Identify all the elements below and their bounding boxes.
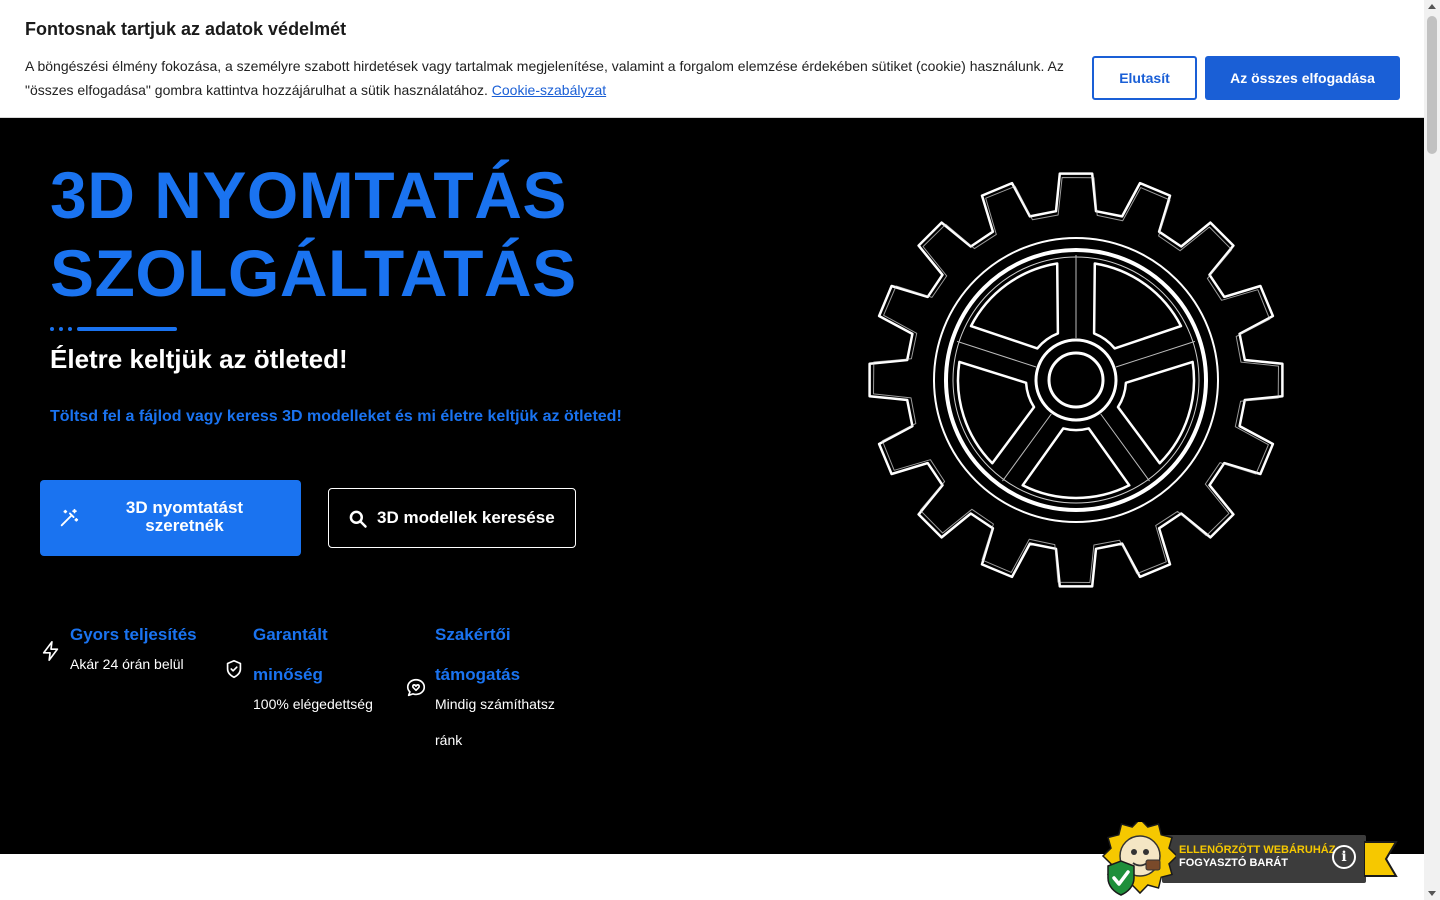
divider-dot (59, 327, 63, 331)
hero-description: Töltsd fel a fájlod vagy keress 3D model… (50, 408, 622, 425)
order-3d-print-label: 3D nyomtatást szeretnék (102, 499, 267, 535)
gear-cutout (969, 262, 1060, 350)
feature-description-line1: Mindig számíthatsz (435, 696, 555, 712)
lightning-icon (42, 641, 59, 661)
feature-description: Akár 24 órán belül (70, 656, 184, 672)
page-scrollbar[interactable] (1424, 0, 1440, 900)
scroll-down-arrow-icon[interactable] (1428, 891, 1436, 896)
hero-title-line1: 3D NYOMTATÁS (50, 158, 567, 232)
order-3d-print-label-line1: 3D nyomtatást (125, 498, 244, 517)
gear-cutout (1116, 360, 1196, 465)
badge-subtitle: FOGYASZTÓ BARÁT (1179, 857, 1288, 869)
gear-spoke-line (1100, 413, 1150, 482)
divider-dot (50, 327, 54, 331)
cookie-text: A böngészési élmény fokozása, a személyr… (25, 54, 1075, 102)
accept-all-cookies-button[interactable]: Az összes elfogadása (1205, 56, 1400, 100)
info-icon[interactable]: i (1332, 845, 1356, 869)
gear-cutout (956, 360, 1036, 465)
gear-cutout (1092, 262, 1183, 350)
feature-title-line1: Garantált (253, 625, 328, 644)
hero-section: 3D NYOMTATÁS SZOLGÁLTATÁS Életre keltjük… (0, 118, 1424, 854)
cookie-banner: Fontosnak tartjuk az adatok védelmét A b… (0, 0, 1424, 118)
order-3d-print-label-line2: szeretnék (145, 516, 224, 535)
search-icon (349, 510, 367, 528)
divider-line (77, 327, 177, 331)
gear-illustration (868, 172, 1284, 588)
verified-seal-icon (1101, 822, 1176, 896)
ribbon-icon (1364, 841, 1398, 877)
shield-check-icon (226, 659, 242, 679)
order-3d-print-button[interactable]: 3D nyomtatást szeretnék (40, 480, 301, 556)
cookie-title: Fontosnak tartjuk az adatok védelmét (25, 19, 347, 39)
scrollbar-thumb[interactable] (1427, 16, 1437, 154)
cookie-policy-link[interactable]: Cookie-szabályzat (492, 82, 606, 98)
search-3d-models-button[interactable]: 3D modellek keresése (328, 488, 576, 548)
gear-cutout (1021, 427, 1131, 500)
chat-heart-icon (406, 678, 426, 697)
reject-cookies-button[interactable]: Elutasít (1092, 56, 1197, 100)
magic-wand-icon (60, 508, 79, 527)
scroll-up-arrow-icon[interactable] (1428, 4, 1436, 9)
hero-title: 3D NYOMTATÁS SZOLGÁLTATÁS (50, 156, 750, 312)
hero-subtitle: Életre keltjük az ötleted! (50, 344, 348, 374)
gear-spoke-line (1002, 413, 1052, 482)
feature-description: 100% elégedettség (253, 696, 373, 712)
feature-title-line1: Szakértői (435, 625, 511, 644)
search-3d-models-label: 3D modellek keresése (377, 508, 555, 527)
badge-title: ELLENŐRZÖTT WEBÁRUHÁZ (1179, 844, 1336, 856)
feature-description-line2: ránk (435, 732, 463, 748)
divider-dot (68, 327, 72, 331)
hero-title-line2: SZOLGÁLTATÁS (50, 236, 577, 310)
trusted-shop-badge[interactable]: ELLENŐRZÖTT WEBÁRUHÁZ FOGYASZTÓ BARÁT i (1100, 822, 1400, 900)
